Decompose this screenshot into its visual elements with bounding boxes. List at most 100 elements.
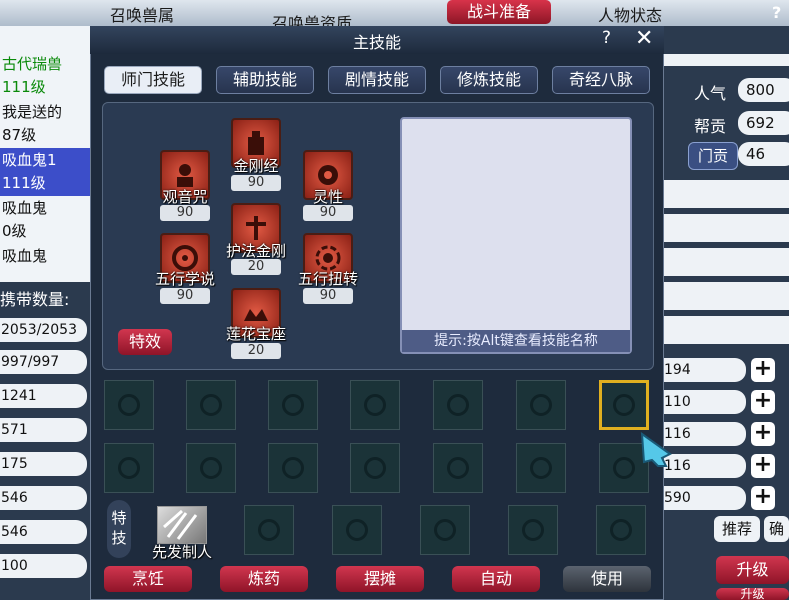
add-point-button[interactable]: +	[751, 422, 775, 446]
top-help-icon[interactable]: ?	[772, 3, 781, 22]
cooking-button[interactable]: 烹饪	[104, 566, 192, 592]
tech-slot[interactable]	[332, 505, 382, 555]
pet-list-item[interactable]: 0级	[0, 219, 94, 244]
pet-list-item-selected[interactable]: 吸血鬼1	[0, 148, 94, 173]
tech-skill-icon[interactable]	[157, 506, 207, 544]
skill-level: 20	[231, 343, 281, 359]
upgrade-button[interactable]: 升级	[716, 556, 789, 584]
tech-slot[interactable]	[596, 505, 646, 555]
add-point-button[interactable]: +	[751, 358, 775, 382]
close-icon[interactable]: ✕	[635, 26, 653, 51]
skill-slot[interactable]	[268, 380, 318, 430]
tab-story-skills[interactable]: 剧情技能	[328, 66, 426, 94]
tab-meridian[interactable]: 奇经八脉	[552, 66, 650, 94]
char-row	[664, 180, 789, 208]
skill-name: 观音咒	[162, 188, 208, 206]
pet-stats: 携带数量: 2053/2053 997/997 1241 571 175 546…	[0, 282, 92, 600]
pet-list-item[interactable]: 吸血鬼	[0, 196, 94, 221]
skill-name: 护法金刚	[225, 242, 286, 260]
auto-button[interactable]: 自动	[452, 566, 540, 592]
emblem-icon	[613, 457, 635, 479]
skill-slot[interactable]	[104, 443, 154, 493]
effect-button[interactable]: 特效	[118, 329, 172, 355]
emblem-icon	[610, 519, 632, 541]
sect-value: 46	[738, 142, 789, 166]
attr-value: 110	[664, 390, 746, 414]
stat-value: 100	[0, 554, 87, 578]
skill-slot[interactable]	[516, 380, 566, 430]
stall-button[interactable]: 摆摊	[336, 566, 424, 592]
skill-level: 90	[303, 288, 353, 304]
attr-value: 116	[664, 422, 746, 446]
tab-assist-skills[interactable]: 辅助技能	[216, 66, 314, 94]
spirit-icon	[318, 165, 338, 185]
tech-slot[interactable]	[244, 505, 294, 555]
mp-value: 997/997	[0, 350, 87, 374]
tab-sect-skills[interactable]: 师门技能	[104, 66, 202, 94]
add-point-button[interactable]: +	[751, 390, 775, 414]
skill-name: 五行学说	[154, 270, 215, 288]
hp-value: 2053/2053	[0, 318, 87, 342]
battle-prep-button[interactable]: 战斗准备	[447, 0, 551, 24]
gang-value: 692	[738, 111, 789, 135]
confirm-button[interactable]: 确	[764, 516, 789, 542]
alchemy-button[interactable]: 炼药	[220, 566, 308, 592]
skill-name: 金刚经	[233, 157, 279, 175]
tech-slot[interactable]	[508, 505, 558, 555]
skill-level: 90	[160, 288, 210, 304]
emblem-icon	[522, 519, 544, 541]
skill-slot[interactable]	[350, 380, 400, 430]
gang-label: 帮贡	[694, 117, 727, 136]
stat-value: 546	[0, 486, 87, 510]
tech-slot[interactable]	[420, 505, 470, 555]
skill-name: 莲花宝座	[225, 325, 286, 343]
tab-cultivation-skills[interactable]: 修炼技能	[440, 66, 538, 94]
skill-name: 灵性	[312, 188, 343, 206]
skill-level: 90	[160, 205, 210, 221]
skill-slot[interactable]	[433, 380, 483, 430]
attr-value: 116	[664, 454, 746, 478]
skill-slot[interactable]	[516, 443, 566, 493]
emblem-icon	[118, 457, 140, 479]
skill-slot[interactable]	[186, 443, 236, 493]
emblem-icon	[200, 457, 222, 479]
skill-slot-highlighted[interactable]	[599, 380, 649, 430]
strike-icon	[163, 509, 198, 540]
emblem-icon	[530, 394, 552, 416]
popularity-value: 800	[738, 78, 789, 102]
hint-text: 提示:按Alt键查看技能名称	[402, 330, 630, 352]
tech-label: 特技	[107, 500, 131, 558]
skill-description-box	[400, 117, 632, 354]
char-row	[664, 54, 789, 66]
upgrade-button-2[interactable]: 升级	[716, 588, 789, 600]
use-button[interactable]: 使用	[563, 566, 651, 592]
skill-slot[interactable]	[350, 443, 400, 493]
pet-list-item-selected[interactable]: 111级	[0, 171, 94, 196]
skill-level: 90	[303, 205, 353, 221]
emblem-icon	[434, 519, 456, 541]
sect-contrib-button[interactable]: 门贡	[688, 142, 738, 170]
window-title: 主技能	[352, 33, 401, 52]
stat-value: 175	[0, 452, 87, 476]
pet-list-item[interactable]: 111级	[0, 75, 94, 100]
skill-slot[interactable]	[104, 380, 154, 430]
char-row	[664, 316, 789, 344]
pet-list-item[interactable]: 古代瑞兽	[0, 52, 94, 77]
skill-slot[interactable]	[186, 380, 236, 430]
help-icon[interactable]: ?	[602, 28, 611, 48]
stat-value: 546	[0, 520, 87, 544]
pet-list-item[interactable]: 87级	[0, 123, 94, 148]
summon-attr-tab[interactable]: 召唤兽属	[110, 2, 174, 26]
char-status-label[interactable]: 人物状态	[598, 2, 662, 26]
add-point-button[interactable]: +	[751, 454, 775, 478]
window-title-bar[interactable]: 主技能 ? ✕	[90, 26, 664, 54]
pet-list-item[interactable]: 吸血鬼	[0, 244, 94, 269]
recommend-button[interactable]: 推荐	[714, 516, 760, 542]
skill-slot[interactable]	[433, 443, 483, 493]
pet-list-item[interactable]: 我是送的	[0, 100, 94, 125]
add-point-button[interactable]: +	[751, 486, 775, 510]
tech-skill-name: 先发制人	[151, 543, 212, 561]
emblem-icon	[530, 457, 552, 479]
skill-slot[interactable]	[268, 443, 318, 493]
stat-value: 1241	[0, 384, 87, 408]
